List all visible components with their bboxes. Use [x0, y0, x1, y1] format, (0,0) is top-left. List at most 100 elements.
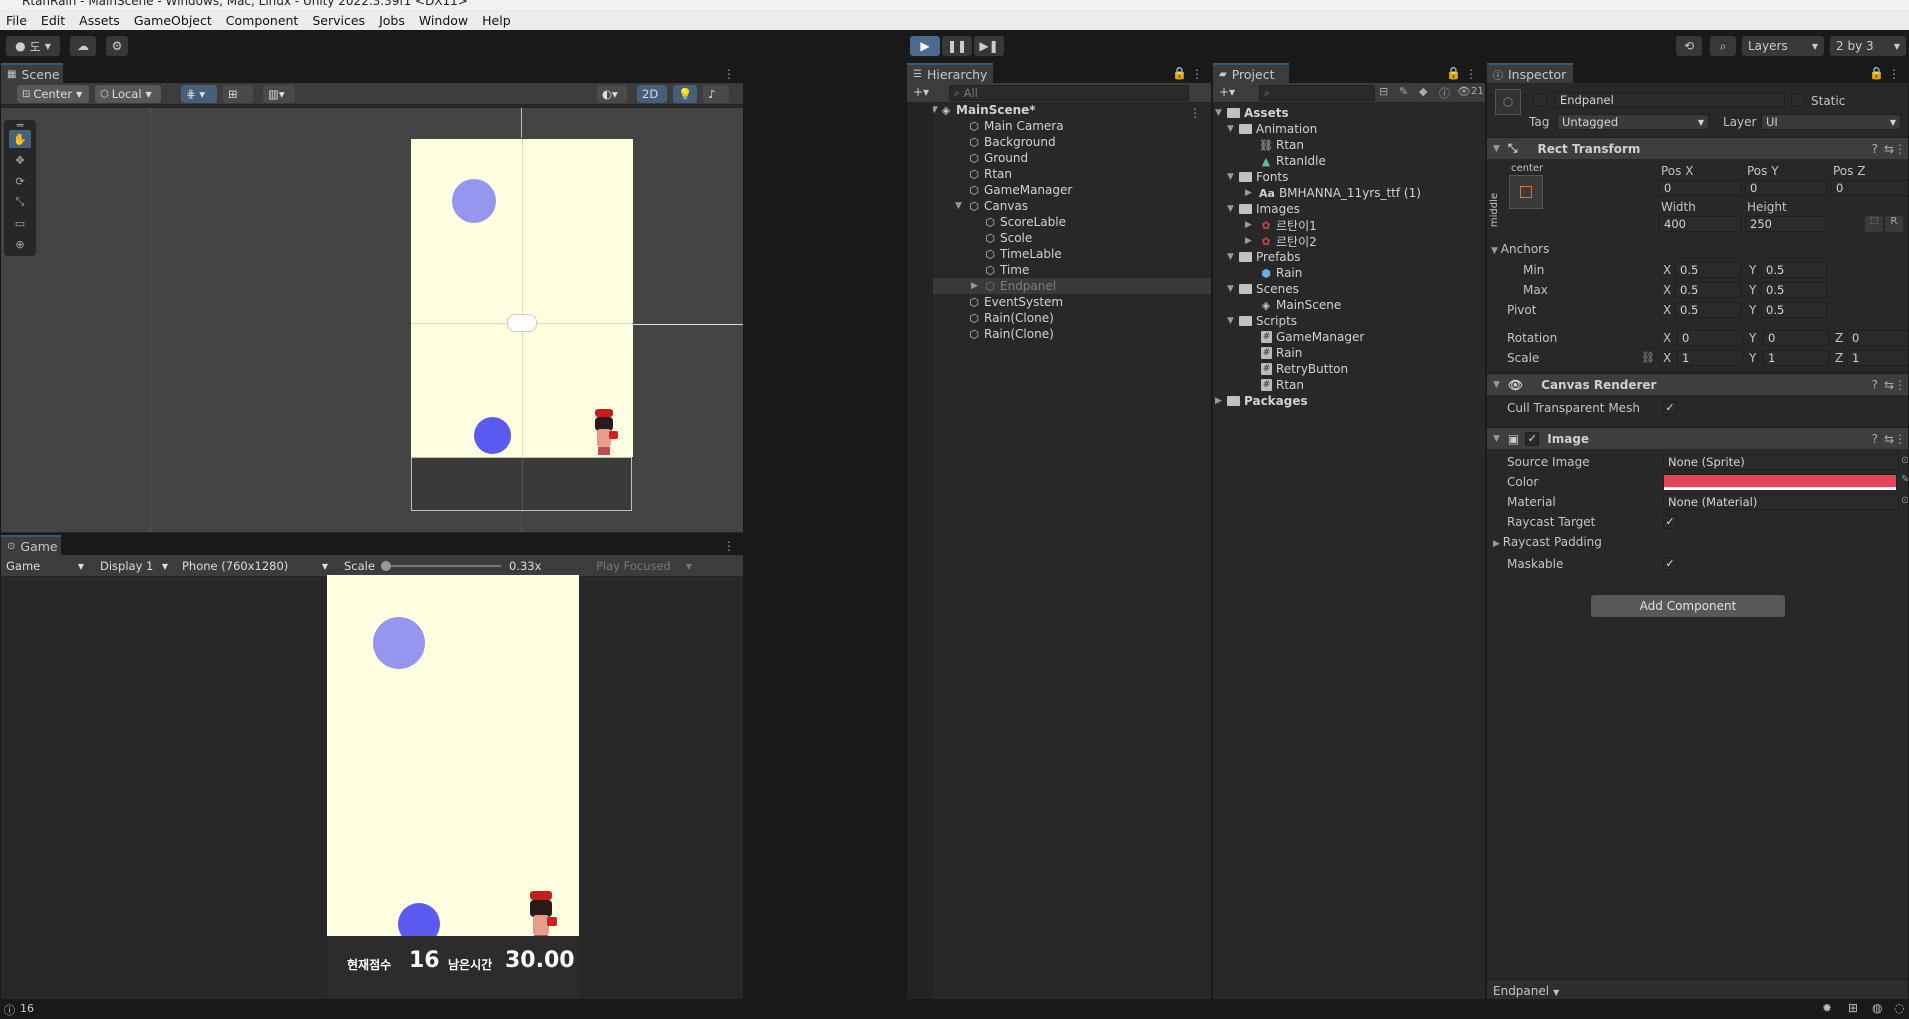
scale-x-field[interactable]: 1 [1677, 350, 1743, 366]
palette-handle[interactable]: ═ [9, 119, 31, 132]
hierarchy-item-selected[interactable]: ▶ ⬡ Endpanel [971, 278, 1056, 294]
anchor-min-x-field[interactable]: 0.5 [1675, 262, 1741, 278]
canvas-renderer-header[interactable]: ▼ 👁 Canvas Renderer ? ⇆ ⋮ [1487, 373, 1908, 395]
more-icon[interactable]: ⋮ [723, 67, 735, 81]
pos-x-field[interactable]: 0 [1659, 180, 1741, 196]
cull-checkbox[interactable]: ✓ [1663, 401, 1677, 415]
menu-file[interactable]: File [6, 13, 27, 28]
preset-icon[interactable]: ⇆ [1884, 432, 1894, 446]
rain-drop[interactable] [452, 179, 496, 223]
material-field[interactable]: None (Material) [1663, 494, 1899, 510]
step-button[interactable]: ▶❚ [974, 36, 1004, 56]
collapse-icon[interactable]: ▼ [1493, 434, 1500, 444]
more-icon[interactable]: ⋮ [723, 539, 735, 553]
layer-select[interactable]: UI ▼ [1761, 114, 1901, 130]
lighting-toggle[interactable]: 💡 [673, 85, 697, 103]
hierarchy-search-input[interactable]: ⌕ All [949, 85, 1189, 101]
lock-icon[interactable]: 🔒 [1446, 66, 1461, 80]
tab-scene[interactable]: ▦ Scene [1, 63, 63, 83]
hierarchy-item[interactable]: ⬡ Main Camera [967, 118, 1063, 134]
add-icon[interactable]: +▾ [1219, 85, 1235, 99]
anchor-max-y-field[interactable]: 0.5 [1761, 282, 1827, 298]
game-canvas[interactable]: 현재점수 16 남은시간 30.00 [327, 575, 579, 999]
account-dropdown[interactable]: ● 도 ▼ [6, 36, 60, 56]
menu-edit[interactable]: Edit [41, 13, 65, 28]
menu-window[interactable]: Window [419, 13, 468, 28]
preset-icon[interactable]: ⇆ [1884, 378, 1894, 392]
raw-edit-button[interactable]: R [1885, 216, 1903, 232]
scale-tool-icon[interactable]: ⤡ [9, 193, 31, 211]
hierarchy-item[interactable]: ⬡ Ground [967, 150, 1028, 166]
expand-icon[interactable]: ▶ [1215, 396, 1222, 406]
project-search-input[interactable]: ⌕ [1259, 85, 1375, 101]
filter-label-icon[interactable]: ✎ [1399, 85, 1408, 98]
pivot-dropdown[interactable]: ⊡ Center ▼ [17, 85, 89, 103]
folder-scenes[interactable]: ▼ Scenes [1227, 281, 1299, 297]
asset-item[interactable]: ▶ ✿ 르탄이1 [1245, 217, 1317, 233]
menu-services[interactable]: Services [312, 13, 365, 28]
rotate-tool-icon[interactable]: ⟳ [9, 172, 31, 190]
anchors-foldout[interactable]: ▼ Anchors [1491, 242, 1549, 256]
folder-prefabs[interactable]: ▼ Prefabs [1227, 249, 1301, 265]
history-button[interactable]: ⟲ [1676, 36, 1702, 56]
asset-item[interactable]: ▶ ✿ 르탄이2 [1245, 233, 1317, 249]
tag-select[interactable]: Untagged ▼ [1557, 114, 1709, 130]
info-icon[interactable]: ⓘ [1439, 85, 1450, 101]
toggle-2d-button[interactable]: 2D [637, 85, 667, 103]
pause-button[interactable]: ❚❚ [942, 36, 972, 56]
collapse-icon[interactable]: ▼ [1493, 144, 1500, 154]
more-icon[interactable]: ⋮ [1465, 67, 1477, 81]
hierarchy-item[interactable]: ▼ ⬡ Canvas [955, 198, 1028, 214]
cloud-button[interactable]: ☁ [70, 36, 96, 56]
help-icon[interactable]: ? [1872, 432, 1878, 446]
height-field[interactable]: 250 [1745, 216, 1827, 232]
hierarchy-item[interactable]: ⬡ GameManager [967, 182, 1072, 198]
help-icon[interactable]: ? [1872, 378, 1878, 392]
collab-button[interactable]: ⚙ [106, 36, 128, 56]
scale-slider[interactable] [381, 565, 501, 567]
hierarchy-item[interactable]: ⬡ Rain(Clone) [967, 310, 1054, 326]
space-dropdown[interactable]: ⬡ Local ▼ [95, 85, 161, 103]
collapse-icon[interactable]: ▼ [1227, 172, 1234, 182]
scale-y-field[interactable]: 1 [1763, 350, 1829, 366]
asset-item[interactable]: ▶ Aa BMHANNA_11yrs_ttf (1) [1245, 185, 1421, 201]
scene-root[interactable]: ▼ ◈ MainScene* [931, 102, 1036, 118]
pos-z-field[interactable]: 0 [1831, 180, 1908, 196]
folder-animation[interactable]: ▼ Animation [1227, 121, 1317, 137]
preview-object-select[interactable]: Endpanel ▼ [1493, 984, 1559, 998]
blueprint-mode-button[interactable]: ⬚ [1865, 216, 1883, 232]
lock-icon[interactable]: 🔒 [1869, 66, 1884, 80]
game-background[interactable] [411, 139, 633, 457]
tab-game[interactable]: ⊙ Game [1, 535, 61, 555]
folder-packages[interactable]: ▶ Packages [1215, 393, 1308, 409]
audio-toggle[interactable]: ♪ [703, 85, 729, 103]
lock-icon[interactable]: 🔒 [1172, 66, 1187, 80]
asset-item[interactable]: # RetryButton [1261, 361, 1348, 377]
rotation-z-field[interactable]: 0 [1847, 330, 1908, 346]
static-checkbox[interactable] [1791, 93, 1805, 107]
scale-z-field[interactable]: 1 [1847, 350, 1908, 366]
resolution-select[interactable]: Phone (760x1280) ▼ [177, 557, 333, 575]
collapse-icon[interactable]: ▼ [1227, 204, 1234, 214]
network-icon[interactable]: ◍ [1872, 1001, 1882, 1015]
folder-images[interactable]: ▼ Images [1227, 201, 1300, 217]
hand-tool-icon[interactable]: ✋ [9, 130, 31, 148]
menu-jobs[interactable]: Jobs [379, 13, 405, 28]
display-select[interactable]: Display 1 ▼ [95, 557, 173, 575]
grid-visibility-button[interactable]: ▥▾ [263, 85, 295, 103]
folder-assets[interactable]: ▼ Assets [1215, 105, 1289, 121]
snap-increment-button[interactable]: ⊞ [223, 85, 253, 103]
play-focus-select[interactable]: Play Focused ▼ [591, 557, 697, 575]
tab-project[interactable]: ▰ Project [1213, 63, 1289, 83]
folder-fonts[interactable]: ▼ Fonts [1227, 169, 1288, 185]
object-picker-icon[interactable]: ⊙ [1901, 495, 1908, 506]
menu-help[interactable]: Help [482, 13, 511, 28]
pos-y-field[interactable]: 0 [1745, 180, 1827, 196]
raycast-target-checkbox[interactable]: ✓ [1663, 515, 1677, 529]
anchor-min-y-field[interactable]: 0.5 [1761, 262, 1827, 278]
cloud-status-icon[interactable]: ◌ [1894, 1001, 1904, 1015]
progress-icon[interactable]: ⊞ [1848, 1001, 1858, 1015]
pivot-y-field[interactable]: 0.5 [1761, 302, 1827, 318]
collapse-icon[interactable]: ▼ [1493, 380, 1500, 390]
tab-hierarchy[interactable]: ☰ Hierarchy [907, 63, 993, 83]
